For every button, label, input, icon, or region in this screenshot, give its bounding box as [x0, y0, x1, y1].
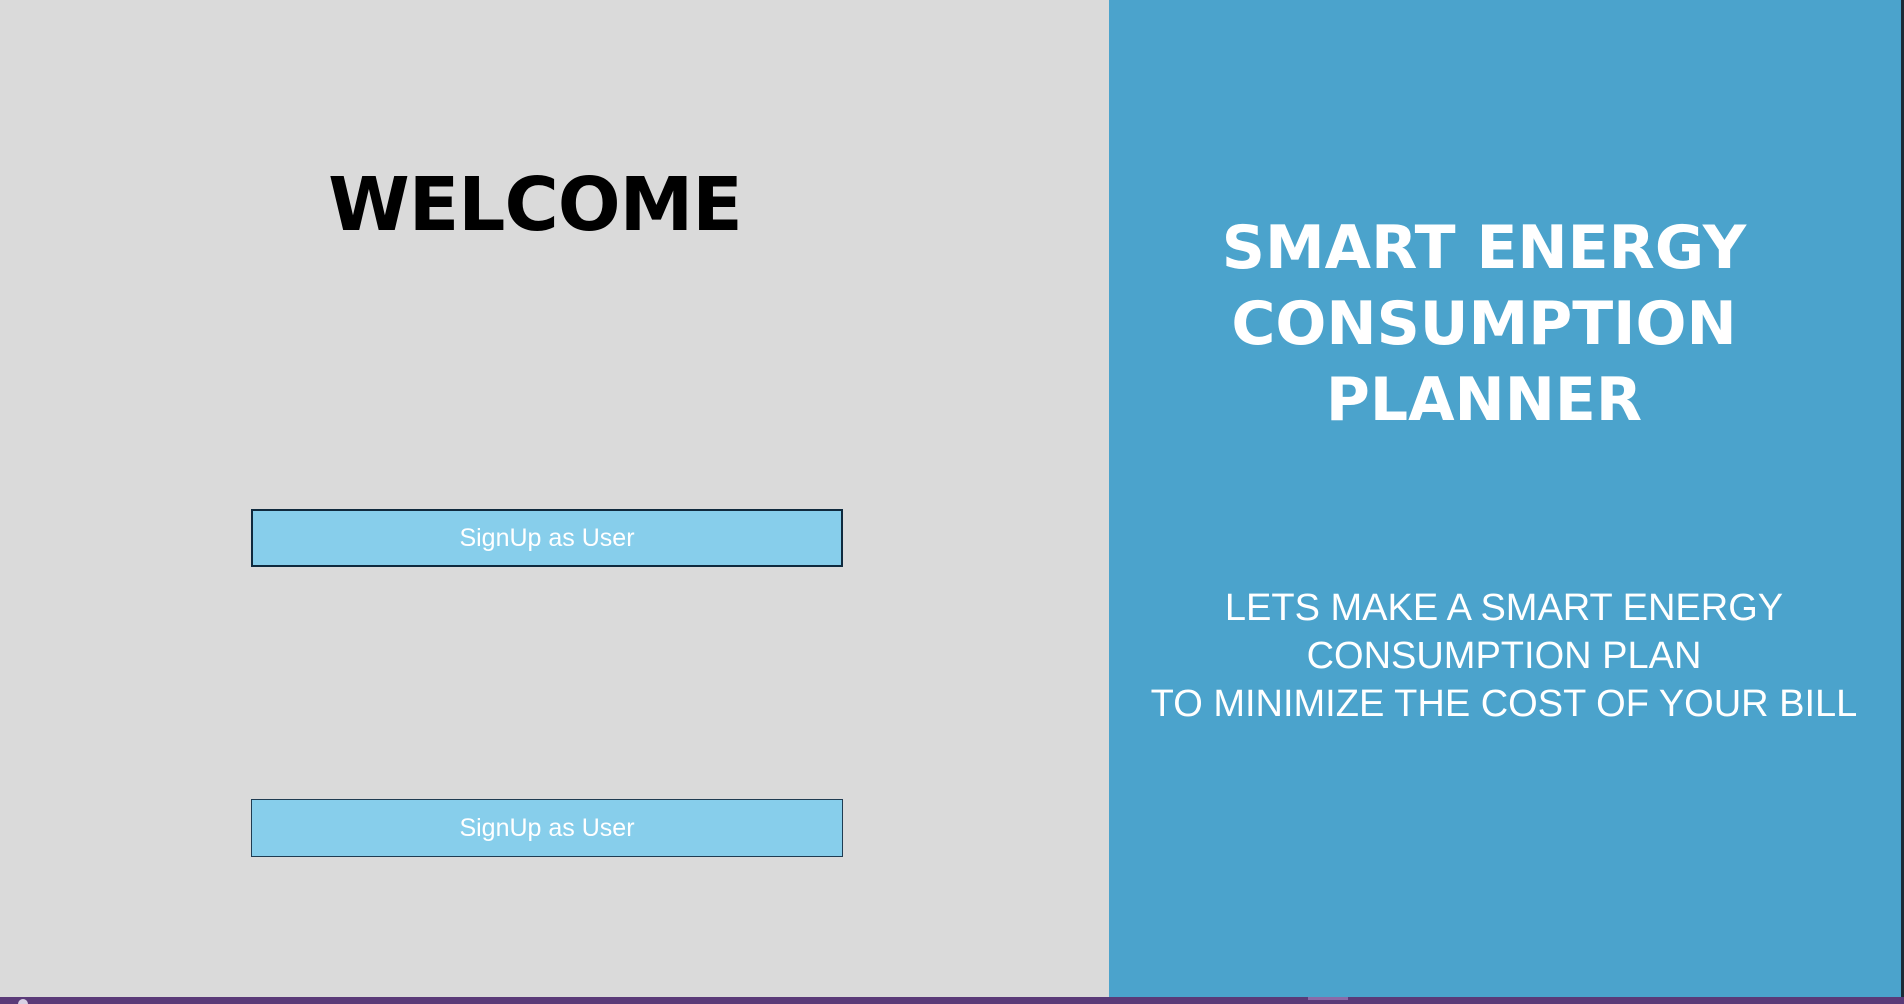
branding-panel: SMART ENERGY CONSUMPTION PLANNER LETS MA… — [1109, 0, 1901, 997]
app-title-line-1: SMART ENERGY — [1221, 213, 1747, 283]
app-icon[interactable] — [18, 999, 28, 1004]
taskbar — [0, 997, 1904, 1004]
tagline: LETS MAKE A SMART ENERGY CONSUMPTION PLA… — [1109, 584, 1899, 728]
welcome-heading: WELCOME — [328, 162, 743, 248]
taskbar-indicator — [1308, 997, 1348, 1000]
app-window: WELCOME SignUp as User SignUp as User SM… — [0, 0, 1904, 1004]
tagline-line-1: LETS MAKE A SMART ENERGY — [1224, 587, 1784, 629]
signup-as-user-button[interactable]: SignUp as User — [251, 509, 843, 567]
app-title: SMART ENERGY CONSUMPTION PLANNER — [1109, 210, 1859, 438]
app-title-line-3: PLANNER — [1325, 365, 1643, 435]
welcome-panel: WELCOME SignUp as User SignUp as User — [0, 0, 1109, 997]
signup-as-user-button-secondary[interactable]: SignUp as User — [251, 799, 843, 857]
tagline-line-3: TO MINIMIZE THE COST OF YOUR BILL — [1150, 683, 1858, 725]
tagline-line-2: CONSUMPTION PLAN — [1306, 635, 1702, 677]
app-title-line-2: CONSUMPTION — [1231, 289, 1737, 359]
